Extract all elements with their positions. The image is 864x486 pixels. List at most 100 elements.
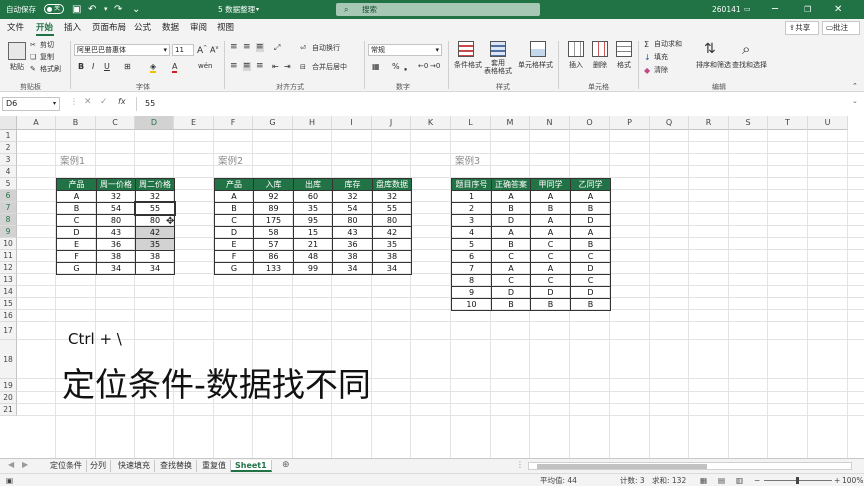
increase-indent-icon[interactable]: ⇥ <box>284 62 291 71</box>
font-family-select[interactable]: 阿里巴巴普惠体 ▾ <box>74 44 170 56</box>
redo-icon[interactable]: ↷ <box>114 0 122 19</box>
find-select-icon[interactable]: ⌕ <box>742 40 750 58</box>
column-header[interactable]: M <box>491 116 530 130</box>
table-cell[interactable]: B <box>570 298 611 311</box>
column-header[interactable]: H <box>293 116 332 130</box>
row-header[interactable]: 4 <box>0 166 17 178</box>
tab-insert[interactable]: 插入 <box>64 22 81 34</box>
cell-styles-icon[interactable] <box>530 41 546 57</box>
table-cell[interactable]: 99 <box>293 262 333 275</box>
column-header[interactable]: B <box>56 116 96 130</box>
table-cell[interactable]: 34 <box>96 262 136 275</box>
close-icon[interactable]: ✕ <box>834 0 842 19</box>
delete-cells-icon[interactable] <box>592 41 608 57</box>
table-cell[interactable]: B <box>530 298 571 311</box>
wrap-text-button[interactable]: 自动换行 <box>312 44 340 53</box>
underline-icon[interactable]: U <box>104 62 110 71</box>
conditional-formatting-button[interactable]: 条件格式 <box>454 61 482 70</box>
enter-icon[interactable]: ✓ <box>100 97 108 107</box>
align-center-icon[interactable]: ≡ <box>243 62 251 71</box>
column-header[interactable]: L <box>451 116 491 130</box>
row-header[interactable]: 3 <box>0 154 17 166</box>
table-cell[interactable]: 34 <box>135 262 175 275</box>
worksheet-grid[interactable]: ABCDEFGHIJKLMNOPQRSTU 1 2 3 4 5 6 7 8 9 10 11 12 13 1… <box>0 116 864 458</box>
tab-file[interactable]: 文件 <box>7 22 24 34</box>
table-cell[interactable]: 34 <box>372 262 412 275</box>
expand-formula-icon[interactable]: ⌄ <box>852 97 858 105</box>
phonetic-icon[interactable]: wén <box>198 62 212 71</box>
cut-button[interactable]: 剪切 <box>40 41 54 50</box>
cancel-icon[interactable]: ✕ <box>84 97 92 107</box>
row-header[interactable]: 11 <box>0 250 17 262</box>
sheet-tab-active[interactable]: Sheet1 <box>231 460 272 472</box>
row-header[interactable]: 9 <box>0 226 17 238</box>
row-header[interactable]: 19 <box>0 379 17 392</box>
wrap-text-icon[interactable]: ⏎ <box>300 44 306 53</box>
paste-button[interactable]: 粘贴 <box>10 63 24 72</box>
align-top-icon[interactable]: ≡ <box>230 43 238 52</box>
row-header[interactable]: 21 <box>0 404 17 416</box>
search-box[interactable]: ⌕ 搜索 <box>336 3 540 16</box>
format-painter-button[interactable]: 格式刷 <box>40 65 61 74</box>
column-header[interactable]: C <box>96 116 135 130</box>
ribbon-display-icon[interactable]: ▭ <box>744 0 751 19</box>
row-header[interactable]: 1 <box>0 130 17 142</box>
row-header[interactable]: 20 <box>0 392 17 404</box>
column-header[interactable]: O <box>570 116 610 130</box>
borders-icon[interactable]: ⊞ <box>124 62 131 71</box>
column-header[interactable]: P <box>610 116 650 130</box>
sheet-tab[interactable]: 查找替换 <box>156 460 197 472</box>
comma-style-icon[interactable]: ❟ <box>404 62 407 71</box>
document-title[interactable]: 5 数据整理 <box>218 0 255 19</box>
table-cell[interactable]: B <box>491 298 531 311</box>
tab-home[interactable]: 开始 <box>36 22 53 34</box>
increase-font-icon[interactable]: A^ <box>197 44 207 56</box>
column-header[interactable]: K <box>411 116 451 130</box>
tab-formulas[interactable]: 公式 <box>134 22 151 34</box>
table-cell[interactable]: G <box>56 262 97 275</box>
fill-button[interactable]: 填充 <box>654 53 668 62</box>
table-cell[interactable]: G <box>214 262 254 275</box>
table-cell[interactable]: 34 <box>332 262 373 275</box>
quick-access-customize-icon[interactable]: ⌄ <box>132 0 140 19</box>
align-middle-icon[interactable]: ≡ <box>243 43 251 52</box>
row-header[interactable]: 5 <box>0 178 17 190</box>
format-cells-icon[interactable] <box>616 41 632 57</box>
row-header[interactable]: 16 <box>0 310 17 322</box>
align-bottom-icon[interactable]: ≡ <box>256 43 264 52</box>
copy-button[interactable]: 复制 <box>40 53 54 62</box>
select-all-corner[interactable] <box>0 116 17 130</box>
undo-icon[interactable]: ↶ <box>88 0 96 19</box>
table-cell[interactable]: 10 <box>451 298 492 311</box>
insert-cells-icon[interactable] <box>568 41 584 57</box>
next-sheet-icon[interactable]: ▶ <box>22 460 28 469</box>
row-header[interactable]: 6 <box>0 190 17 202</box>
insert-cells-button[interactable]: 插入 <box>569 61 583 70</box>
font-size-select[interactable]: 11 <box>172 44 194 56</box>
sheet-tab[interactable]: 快速填充 <box>114 460 155 472</box>
prev-sheet-icon[interactable]: ◀ <box>8 460 14 469</box>
title-dropdown-icon[interactable]: ▾ <box>256 0 259 19</box>
table-cell[interactable]: 133 <box>253 262 294 275</box>
cut-icon[interactable]: ✂ <box>30 41 36 50</box>
column-header[interactable]: A <box>17 116 56 130</box>
page-break-view-icon[interactable]: ▥ <box>736 475 743 486</box>
column-header[interactable]: G <box>253 116 293 130</box>
font-color-icon[interactable]: A <box>172 62 178 73</box>
page-layout-view-icon[interactable]: ▤ <box>718 475 725 486</box>
cell-styles-button[interactable]: 单元格样式 <box>518 61 553 70</box>
sheet-tab[interactable]: 定位条件 <box>46 460 87 472</box>
row-header[interactable]: 8 <box>0 214 17 226</box>
autosave-toggle[interactable]: 关 <box>44 4 64 14</box>
row-header[interactable]: 10 <box>0 238 17 250</box>
column-header[interactable]: U <box>808 116 848 130</box>
copy-icon[interactable]: ❏ <box>30 53 36 62</box>
column-header[interactable]: I <box>332 116 372 130</box>
sheet-tab[interactable]: 分列 <box>86 460 111 472</box>
restore-icon[interactable]: ❐ <box>804 0 811 19</box>
bold-icon[interactable]: B <box>78 62 84 71</box>
row-header[interactable]: 14 <box>0 286 17 298</box>
undo-dropdown-icon[interactable]: ▾ <box>104 0 108 19</box>
zoom-level[interactable]: 100% <box>842 475 863 486</box>
row-header[interactable]: 18 <box>0 340 17 379</box>
